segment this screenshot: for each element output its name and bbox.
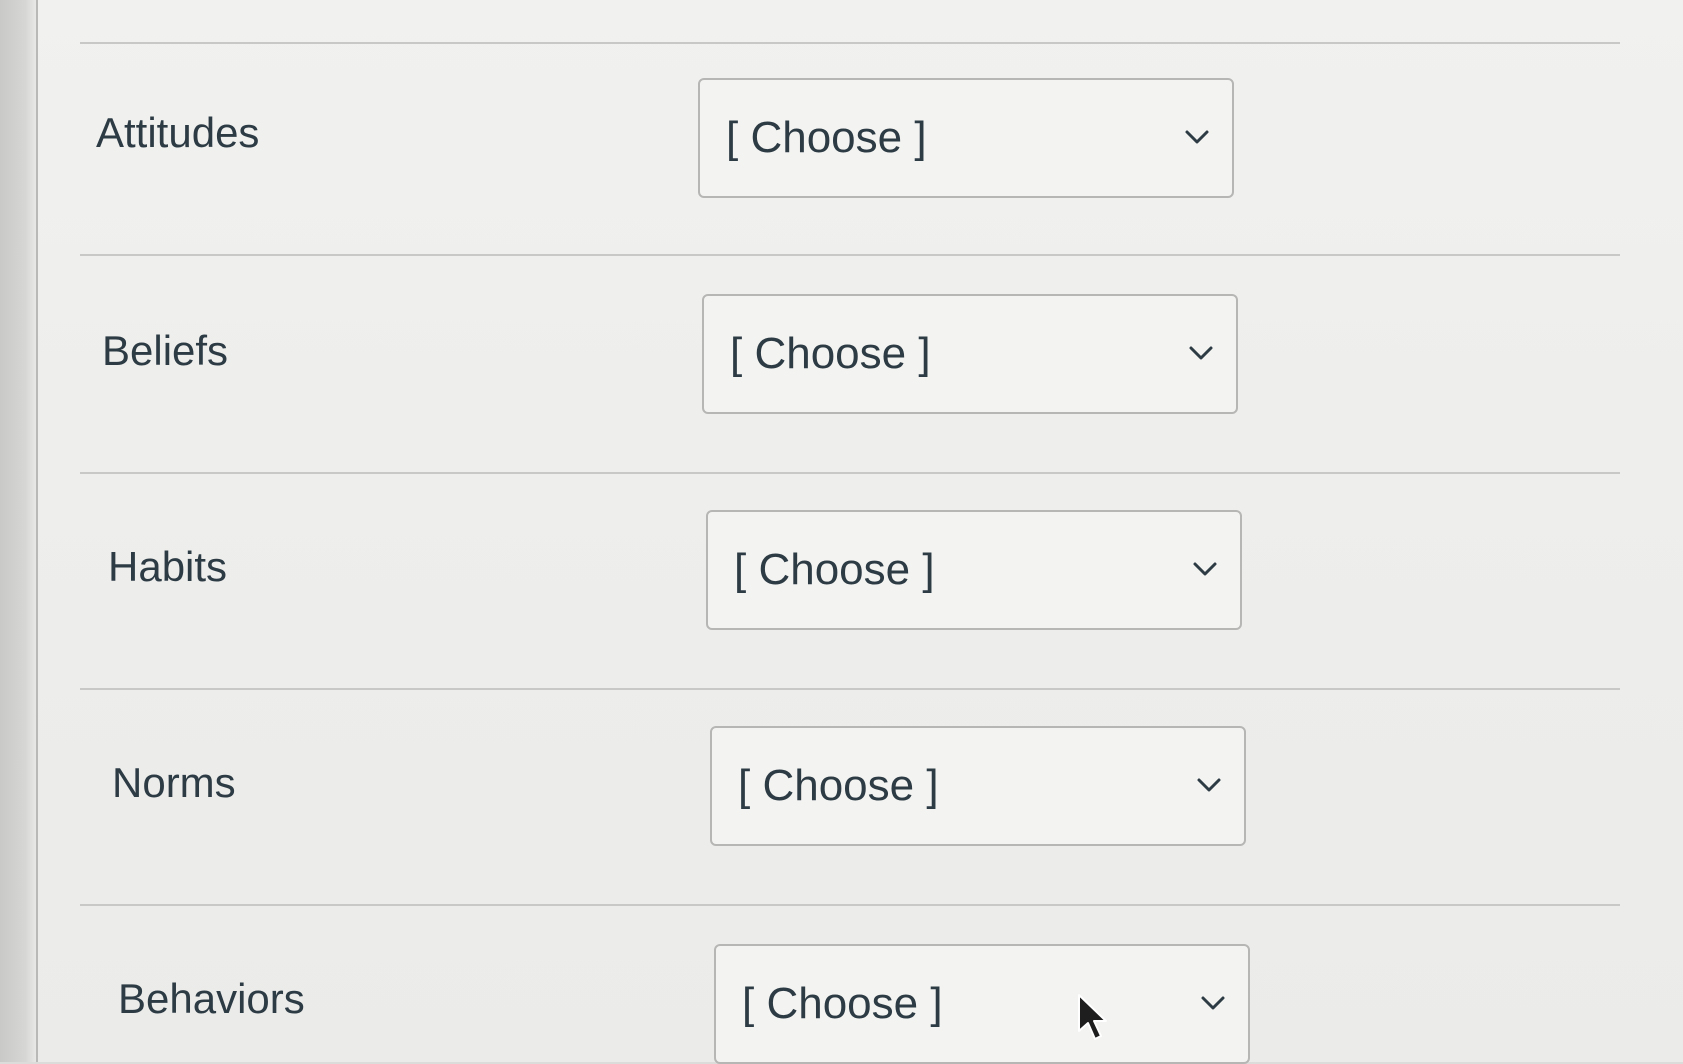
answer-select-norms[interactable]: [ Choose ] xyxy=(710,726,1246,846)
row-divider xyxy=(80,904,1620,906)
row-divider xyxy=(80,688,1620,690)
row-label-norms: Norms xyxy=(112,759,236,806)
row-label-behaviors: Behaviors xyxy=(118,975,305,1022)
answer-select-attitudes[interactable]: [ Choose ] xyxy=(698,78,1234,198)
row-label-beliefs: Beliefs xyxy=(102,327,229,374)
answer-select-habits[interactable]: [ Choose ] xyxy=(706,510,1242,630)
chevron-down-icon xyxy=(1185,130,1209,144)
answer-select-behaviors[interactable]: [ Choose ] xyxy=(714,944,1250,1064)
row-label-habits: Habits xyxy=(108,543,228,590)
matching-question-panel: Attitudes [ Choose ] Beliefs [ Choose ] … xyxy=(38,0,1683,1064)
chevron-down-icon xyxy=(1193,562,1217,576)
row-label-attitudes: Attitudes xyxy=(96,109,260,156)
select-value: [ Choose ] xyxy=(726,113,927,162)
select-value: [ Choose ] xyxy=(734,545,935,594)
select-value: [ Choose ] xyxy=(730,329,931,378)
chevron-down-icon xyxy=(1197,778,1221,792)
page-edge xyxy=(0,0,38,1062)
chevron-down-icon xyxy=(1201,996,1225,1010)
mouse-cursor-icon xyxy=(1078,994,1107,1040)
row-divider xyxy=(80,254,1620,256)
answer-select-beliefs[interactable]: [ Choose ] xyxy=(702,294,1238,414)
chevron-down-icon xyxy=(1189,346,1213,360)
select-value: [ Choose ] xyxy=(738,761,939,810)
row-divider xyxy=(80,472,1620,474)
row-divider xyxy=(80,42,1620,44)
select-value: [ Choose ] xyxy=(742,979,943,1028)
